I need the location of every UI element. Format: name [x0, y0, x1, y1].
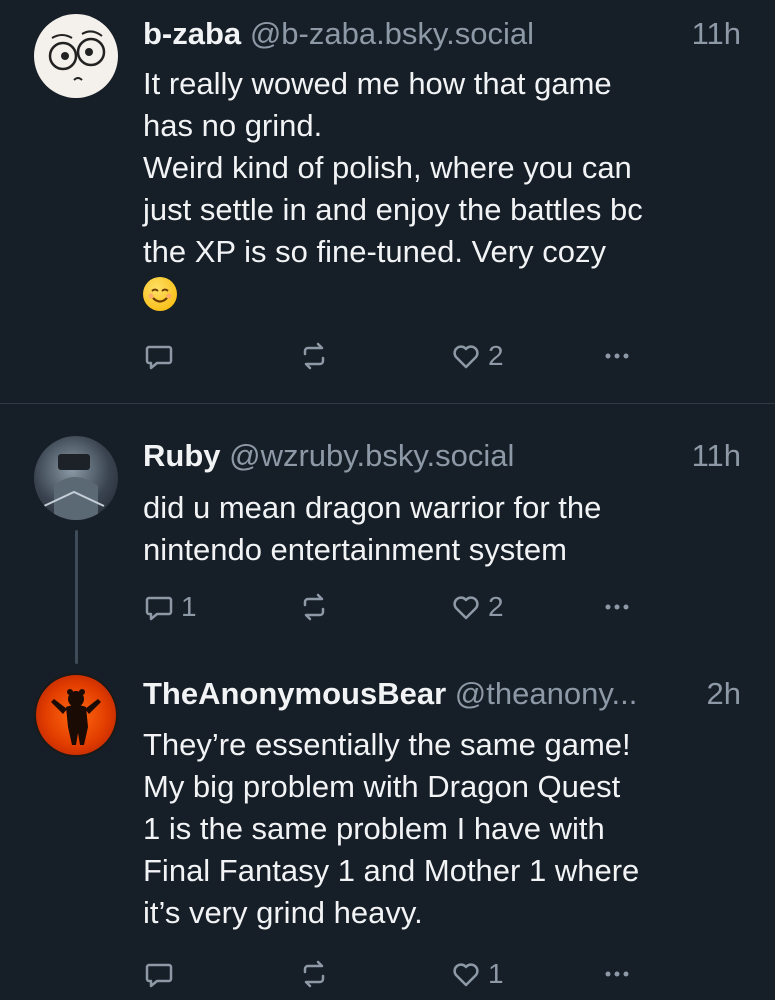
- author-name[interactable]: TheAnonymousBear: [143, 676, 446, 711]
- post-line: My big problem with Dragon Quest: [143, 769, 621, 804]
- author-name[interactable]: Ruby: [143, 438, 221, 473]
- post-header: Ruby @wzruby.bsky.social 11h: [143, 438, 741, 474]
- thread-connector-line: [75, 530, 78, 664]
- more-dots-icon: [605, 353, 629, 359]
- repost-icon: [303, 960, 325, 988]
- reply-button[interactable]: [143, 954, 181, 994]
- heart-icon: [453, 963, 479, 987]
- bear-silhouette-icon: [51, 689, 101, 745]
- author-handle[interactable]: @theanony...: [455, 676, 638, 711]
- heart-icon: [453, 596, 479, 620]
- repost-button[interactable]: [298, 954, 336, 994]
- avatar[interactable]: [34, 436, 118, 520]
- post-header: TheAnonymousBear @theanony... 2h: [143, 676, 741, 712]
- reply-button[interactable]: [143, 336, 181, 376]
- more-options-button[interactable]: [601, 587, 633, 627]
- like-count: 2: [488, 340, 504, 371]
- post-actions: 1 2: [143, 587, 663, 627]
- post-time[interactable]: 11h: [692, 438, 741, 474]
- post-line: it’s very grind heavy.: [143, 895, 423, 930]
- post-divider: [0, 403, 775, 404]
- post-time[interactable]: 2h: [707, 676, 741, 712]
- like-count: 2: [488, 591, 504, 622]
- repost-button[interactable]: [298, 587, 336, 627]
- post-line: nintendo entertainment system: [143, 532, 567, 567]
- post-line: the XP is so fine-tuned. Very cozy: [143, 234, 606, 269]
- like-count: 1: [488, 958, 504, 989]
- repost-icon: [303, 593, 325, 621]
- reply-icon: [145, 963, 173, 988]
- avatar[interactable]: [34, 14, 118, 98]
- reply-button[interactable]: 1: [143, 587, 197, 627]
- post-line: It really wowed me how that game: [143, 66, 612, 101]
- repost-icon: [303, 342, 325, 370]
- post-text: did u mean dragon warrior for the ninten…: [143, 487, 743, 571]
- post-actions: 2: [143, 336, 663, 376]
- post-header: b-zaba @b-zaba.bsky.social 11h: [143, 16, 741, 52]
- more-dots-icon: [605, 971, 629, 977]
- post-line: just settle in and enjoy the battles bc: [143, 192, 643, 227]
- post-line: 1 is the same problem I have with: [143, 811, 605, 846]
- more-dots-icon: [605, 604, 629, 610]
- post-actions: 1: [143, 954, 663, 994]
- more-options-button[interactable]: [601, 336, 633, 376]
- post-text: They’re essentially the same game! My bi…: [143, 724, 743, 934]
- post-line: They’re essentially the same game!: [143, 727, 631, 762]
- reply-icon: [145, 345, 173, 370]
- smiling-face-emoji-icon: [143, 277, 177, 311]
- post-text: It really wowed me how that game has no …: [143, 63, 743, 315]
- like-button[interactable]: 2: [450, 587, 504, 627]
- author-handle[interactable]: @wzruby.bsky.social: [229, 438, 514, 473]
- post-time[interactable]: 11h: [692, 16, 741, 52]
- reply-count: 1: [181, 591, 197, 622]
- face-doodle-icon: [48, 30, 106, 81]
- post-line: has no grind.: [143, 108, 323, 143]
- like-button[interactable]: 2: [450, 336, 504, 376]
- character-portrait-icon: [43, 454, 105, 520]
- post-line: Final Fantasy 1 and Mother 1 where: [143, 853, 640, 888]
- author-handle[interactable]: @b-zaba.bsky.social: [250, 16, 534, 51]
- like-button[interactable]: 1: [450, 954, 504, 994]
- repost-button[interactable]: [298, 336, 336, 376]
- reply-icon: [145, 596, 173, 621]
- avatar[interactable]: [34, 673, 118, 757]
- more-options-button[interactable]: [601, 954, 633, 994]
- heart-icon: [453, 345, 479, 369]
- author-name[interactable]: b-zaba: [143, 16, 241, 51]
- post-line: Weird kind of polish, where you can: [143, 150, 632, 185]
- post-line: did u mean dragon warrior for the: [143, 490, 602, 525]
